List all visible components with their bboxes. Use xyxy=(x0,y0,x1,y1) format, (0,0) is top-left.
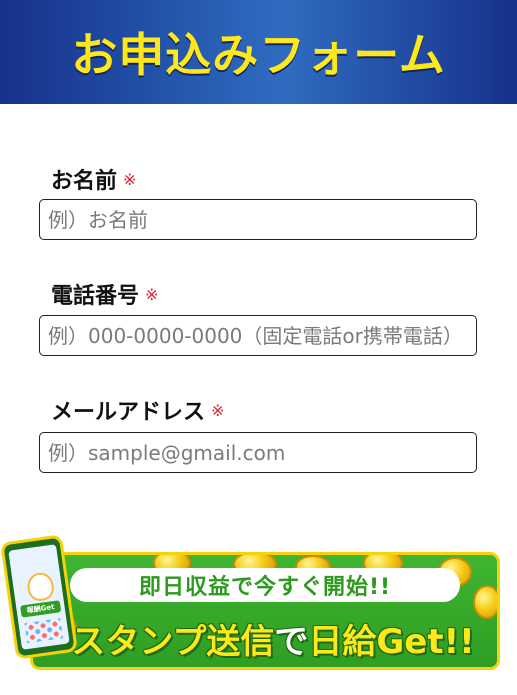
phone-label-text: 電話番号 xyxy=(51,284,140,309)
banner-headline-pill: 即日収益で今すぐ開始!! xyxy=(70,568,460,602)
character-icon xyxy=(25,571,56,603)
phone-chip-label: 報酬Get xyxy=(20,600,62,618)
name-field-label: お名前 ※ xyxy=(51,163,136,195)
banner-main-part3: 日給Get!! xyxy=(308,622,475,662)
sticker-dots-icon xyxy=(24,618,63,644)
required-mark: ※ xyxy=(123,169,137,189)
email-input[interactable] xyxy=(39,432,477,473)
banner-main-text: スタンプ送信で日給Get!! xyxy=(48,614,498,663)
required-mark: ※ xyxy=(145,284,159,304)
promo-banner[interactable]: 即日収益で今すぐ開始!! スタンプ送信で日給Get!! 報酬Get xyxy=(0,534,502,674)
phone-field-label: 電話番号 ※ xyxy=(51,278,158,310)
banner-main-part2: で xyxy=(274,622,309,662)
required-mark: ※ xyxy=(211,400,225,420)
phone-input[interactable] xyxy=(39,315,477,356)
page-title: お申込みフォーム xyxy=(71,28,446,82)
header-bar: お申込みフォーム xyxy=(0,0,517,104)
name-label-text: お名前 xyxy=(51,169,118,194)
banner-top-text: 即日収益で今すぐ開始!! xyxy=(138,575,392,600)
name-input[interactable] xyxy=(39,199,477,240)
banner-main-part1: スタンプ送信 xyxy=(71,622,275,662)
email-label-text: メールアドレス xyxy=(51,400,206,425)
email-field-label: メールアドレス ※ xyxy=(51,394,224,426)
phone-screen: 報酬Get xyxy=(8,544,70,650)
